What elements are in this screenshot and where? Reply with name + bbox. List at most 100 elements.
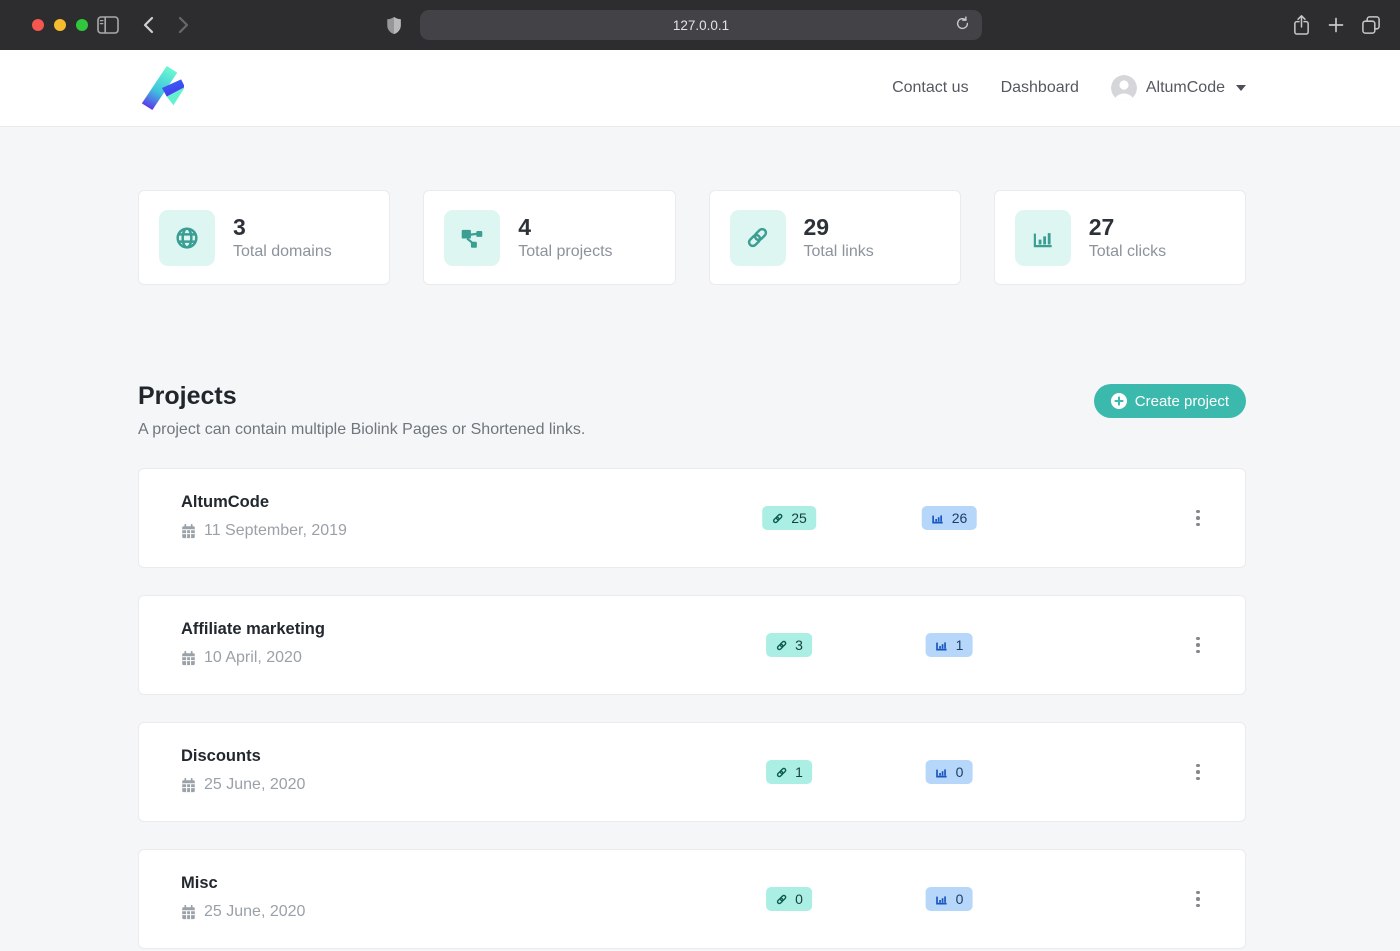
- privacy-shield-button[interactable]: [382, 0, 406, 50]
- stat-card-projects: 4 Total projects: [423, 190, 675, 285]
- new-tab-button[interactable]: [1322, 0, 1350, 50]
- links-count: 25: [791, 510, 807, 526]
- globe-icon: [159, 210, 215, 266]
- project-row[interactable]: Discounts 25 June, 2020 1: [138, 722, 1246, 822]
- main-content: 3 Total domains 4 Total projects: [138, 190, 1246, 949]
- forward-button[interactable]: [172, 0, 196, 50]
- row-actions-button[interactable]: [1184, 501, 1212, 535]
- project-row[interactable]: AltumCode 11 September, 2019 25: [138, 468, 1246, 568]
- page-title: Projects: [138, 382, 585, 411]
- project-date-text: 25 June, 2020: [204, 903, 305, 921]
- project-name[interactable]: Misc: [181, 874, 305, 893]
- project-info: Affiliate marketing 10 April, 2020: [181, 620, 325, 667]
- stat-value: 27: [1089, 214, 1166, 242]
- address-bar-url[interactable]: 127.0.0.1: [673, 18, 729, 33]
- nav-dashboard[interactable]: Dashboard: [1001, 79, 1079, 97]
- links-count: 1: [795, 764, 803, 780]
- forward-icon: [178, 16, 190, 34]
- reload-button[interactable]: [950, 13, 974, 37]
- minimize-window-button[interactable]: [54, 19, 66, 31]
- address-bar[interactable]: 127.0.0.1: [420, 10, 982, 40]
- clicks-count-badge[interactable]: 0: [926, 760, 973, 784]
- user-menu-label: AltumCode: [1146, 79, 1225, 97]
- link-icon: [775, 766, 788, 779]
- new-tab-icon: [1328, 17, 1344, 33]
- project-info: Misc 25 June, 2020: [181, 874, 305, 921]
- share-icon: [1292, 14, 1311, 36]
- page-subtitle: A project can contain multiple Biolink P…: [138, 421, 585, 439]
- stat-value: 4: [518, 214, 612, 242]
- zoom-window-button[interactable]: [76, 19, 88, 31]
- calendar-icon: [181, 524, 196, 539]
- project-date: 10 April, 2020: [181, 649, 325, 667]
- project-info: AltumCode 11 September, 2019: [181, 493, 347, 540]
- clicks-count: 1: [956, 637, 964, 653]
- row-actions-button[interactable]: [1184, 628, 1212, 662]
- stat-label: Total clicks: [1089, 243, 1166, 261]
- row-actions-button[interactable]: [1184, 755, 1212, 789]
- clicks-count: 26: [952, 510, 968, 526]
- stat-card-domains: 3 Total domains: [138, 190, 390, 285]
- browser-chrome: 127.0.0.1: [0, 0, 1400, 50]
- link-icon: [775, 893, 788, 906]
- create-project-button[interactable]: Create project: [1094, 384, 1246, 418]
- nav-contact-us[interactable]: Contact us: [892, 79, 968, 97]
- project-row[interactable]: Affiliate marketing 10 April, 2020 3: [138, 595, 1246, 695]
- stat-card-clicks: 27 Total clicks: [994, 190, 1246, 285]
- tab-overview-button[interactable]: [1356, 0, 1386, 50]
- project-row[interactable]: Misc 25 June, 2020 0: [138, 849, 1246, 949]
- reload-icon: [955, 16, 970, 31]
- avatar: [1111, 75, 1137, 101]
- stat-label: Total projects: [518, 243, 612, 261]
- link-icon: [775, 639, 788, 652]
- clicks-count-badge[interactable]: 0: [926, 887, 973, 911]
- shield-icon: [385, 15, 403, 36]
- bar-chart-icon: [931, 511, 945, 525]
- clicks-count-badge[interactable]: 1: [926, 633, 973, 657]
- links-count-badge[interactable]: 3: [766, 633, 812, 657]
- project-date-text: 25 June, 2020: [204, 776, 305, 794]
- project-date: 25 June, 2020: [181, 776, 305, 794]
- links-count-badge[interactable]: 1: [766, 760, 812, 784]
- tab-overview-icon: [1361, 15, 1381, 35]
- project-info: Discounts 25 June, 2020: [181, 747, 305, 794]
- chevron-down-icon: [1236, 85, 1246, 91]
- links-count: 0: [795, 891, 803, 907]
- projects-section-head: Projects A project can contain multiple …: [138, 382, 1246, 439]
- main-nav: Contact us Dashboard AltumCode: [892, 75, 1246, 101]
- plus-circle-icon: [1111, 393, 1127, 409]
- altumcode-logo[interactable]: [138, 65, 184, 111]
- project-name[interactable]: AltumCode: [181, 493, 347, 512]
- back-button[interactable]: [136, 0, 160, 50]
- create-project-label: Create project: [1135, 393, 1229, 410]
- project-date: 25 June, 2020: [181, 903, 305, 921]
- share-button[interactable]: [1286, 0, 1316, 50]
- calendar-icon: [181, 651, 196, 666]
- bar-chart-icon: [935, 765, 949, 779]
- close-window-button[interactable]: [32, 19, 44, 31]
- bar-chart-icon: [935, 892, 949, 906]
- site-header: Contact us Dashboard AltumCode: [0, 50, 1400, 127]
- bar-chart-icon: [935, 638, 949, 652]
- links-count-badge[interactable]: 25: [762, 506, 816, 530]
- links-count-badge[interactable]: 0: [766, 887, 812, 911]
- clicks-count: 0: [956, 891, 964, 907]
- user-menu[interactable]: AltumCode: [1111, 75, 1246, 101]
- links-count: 3: [795, 637, 803, 653]
- window-controls[interactable]: [32, 19, 88, 31]
- project-name[interactable]: Discounts: [181, 747, 305, 766]
- bar-chart-icon: [1015, 210, 1071, 266]
- sidebar-toggle-button[interactable]: [94, 0, 122, 50]
- project-date-text: 10 April, 2020: [204, 649, 302, 667]
- stats-row: 3 Total domains 4 Total projects: [138, 190, 1246, 285]
- project-date-text: 11 September, 2019: [204, 522, 347, 540]
- stat-card-links: 29 Total links: [709, 190, 961, 285]
- clicks-count-badge[interactable]: 26: [922, 506, 977, 530]
- project-date: 11 September, 2019: [181, 522, 347, 540]
- row-actions-button[interactable]: [1184, 882, 1212, 916]
- sidebar-icon: [97, 16, 119, 34]
- calendar-icon: [181, 778, 196, 793]
- project-name[interactable]: Affiliate marketing: [181, 620, 325, 639]
- calendar-icon: [181, 905, 196, 920]
- stat-label: Total domains: [233, 243, 332, 261]
